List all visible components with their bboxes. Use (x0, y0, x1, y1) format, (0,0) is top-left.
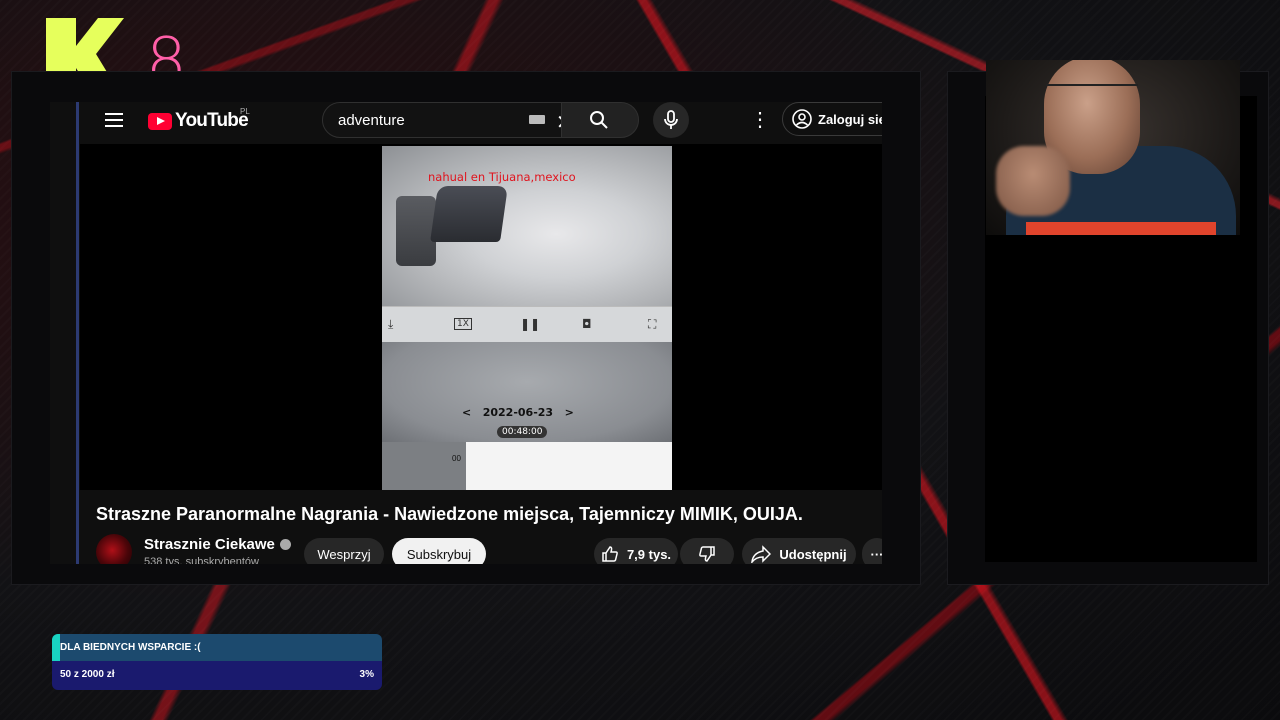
cctv-player-controls: ⤓ 1X ❚❚ ◘ ⛶ (382, 306, 672, 343)
player-date-value: 2022-06-23 (482, 406, 554, 419)
channel-avatar[interactable] (96, 534, 132, 564)
window-border (76, 102, 79, 564)
donation-percent: 3% (359, 669, 374, 680)
subscribe-button[interactable]: Subskrybuj (392, 538, 486, 564)
share-icon (751, 545, 772, 563)
donation-title: DLA BIEDNYCH WSPARCIE :( (60, 642, 201, 653)
like-button[interactable]: 7,9 tys. (594, 538, 678, 564)
signin-button[interactable]: Zaloguj się (782, 102, 882, 136)
keyboard-icon[interactable] (529, 115, 545, 124)
channel-name-text: Strasznie Ciekawe (144, 536, 275, 553)
parked-car (430, 186, 508, 242)
camera-icon: ◘ (582, 317, 592, 331)
more-options-icon[interactable]: ⋮ (750, 110, 770, 130)
youtube-play-icon (148, 112, 172, 130)
cctv-view-top: nahual en Tijuana,mexico (382, 146, 672, 306)
thumbs-up-icon (602, 546, 618, 562)
donation-amount: 50 z 2000 zł (60, 669, 115, 680)
donation-progress-track: DLA BIEDNYCH WSPARCIE :( (52, 634, 382, 661)
like-count: 7,9 tys. (626, 546, 672, 562)
region-code: PL (240, 107, 250, 116)
youtube-logo-text: YouTube (175, 110, 249, 131)
search-icon (590, 111, 608, 129)
pause-icon: ❚❚ (520, 317, 541, 331)
search-input[interactable]: adventure ✕ (322, 102, 573, 138)
cctv-timeline: 00 (382, 442, 672, 490)
verified-icon (279, 538, 291, 550)
player-date: < 2022-06-23 > (462, 406, 574, 419)
signin-label: Zaloguj się (818, 111, 882, 127)
parked-car-left (396, 196, 436, 266)
video-player[interactable]: nahual en Tijuana,mexico ⤓ 1X ❚❚ ◘ ⛶ < 2… (80, 144, 882, 490)
glasses (1046, 84, 1138, 102)
youtube-logo[interactable]: YouTube (148, 110, 249, 132)
shirt-stripe (1026, 222, 1216, 235)
timeline-label: 00 (452, 454, 461, 463)
cctv-view-bottom: < 2022-06-23 > 00:48:00 (382, 342, 672, 442)
search-button[interactable] (561, 102, 639, 138)
fullscreen-icon: ⛶ (648, 317, 657, 331)
microphone-icon (664, 110, 678, 129)
youtube-page: YouTube PL adventure ✕ ⋮ (50, 102, 882, 564)
thumbs-down-icon (699, 546, 715, 562)
support-button[interactable]: Wesprzyj (304, 538, 384, 564)
webcam-feed (986, 60, 1240, 235)
voice-search-button[interactable] (653, 102, 689, 138)
video-frame[interactable]: nahual en Tijuana,mexico ⤓ 1X ❚❚ ◘ ⛶ < 2… (382, 146, 672, 490)
dislike-button[interactable] (680, 538, 734, 564)
donation-details: 50 z 2000 zł 3% (52, 661, 382, 690)
more-actions-button[interactable]: ··· (862, 538, 882, 564)
donation-progress-fill (52, 634, 61, 661)
player-time: 00:48:00 (497, 426, 548, 438)
search-value: adventure (338, 112, 405, 129)
menu-icon[interactable] (105, 113, 123, 127)
share-button[interactable]: Udostępnij (742, 538, 856, 564)
video-overlay-text: nahual en Tijuana,mexico (428, 170, 576, 184)
donation-goal-widget: DLA BIEDNYCH WSPARCIE :( 50 z 2000 zł 3% (52, 634, 382, 690)
youtube-header: YouTube PL adventure ✕ ⋮ (80, 102, 882, 144)
download-icon: ⤓ (388, 317, 394, 331)
speed-label: 1X (454, 318, 472, 330)
streamer-hand (996, 146, 1070, 216)
share-label: Udostępnij (779, 546, 847, 562)
timeline-track (466, 442, 672, 490)
account-icon (792, 109, 812, 129)
video-title: Straszne Paranormalne Nagrania - Nawiedz… (96, 504, 803, 524)
channel-name[interactable]: Strasznie Ciekawe (144, 536, 291, 553)
subscriber-count: 538 tys. subskrybentów (144, 556, 259, 564)
